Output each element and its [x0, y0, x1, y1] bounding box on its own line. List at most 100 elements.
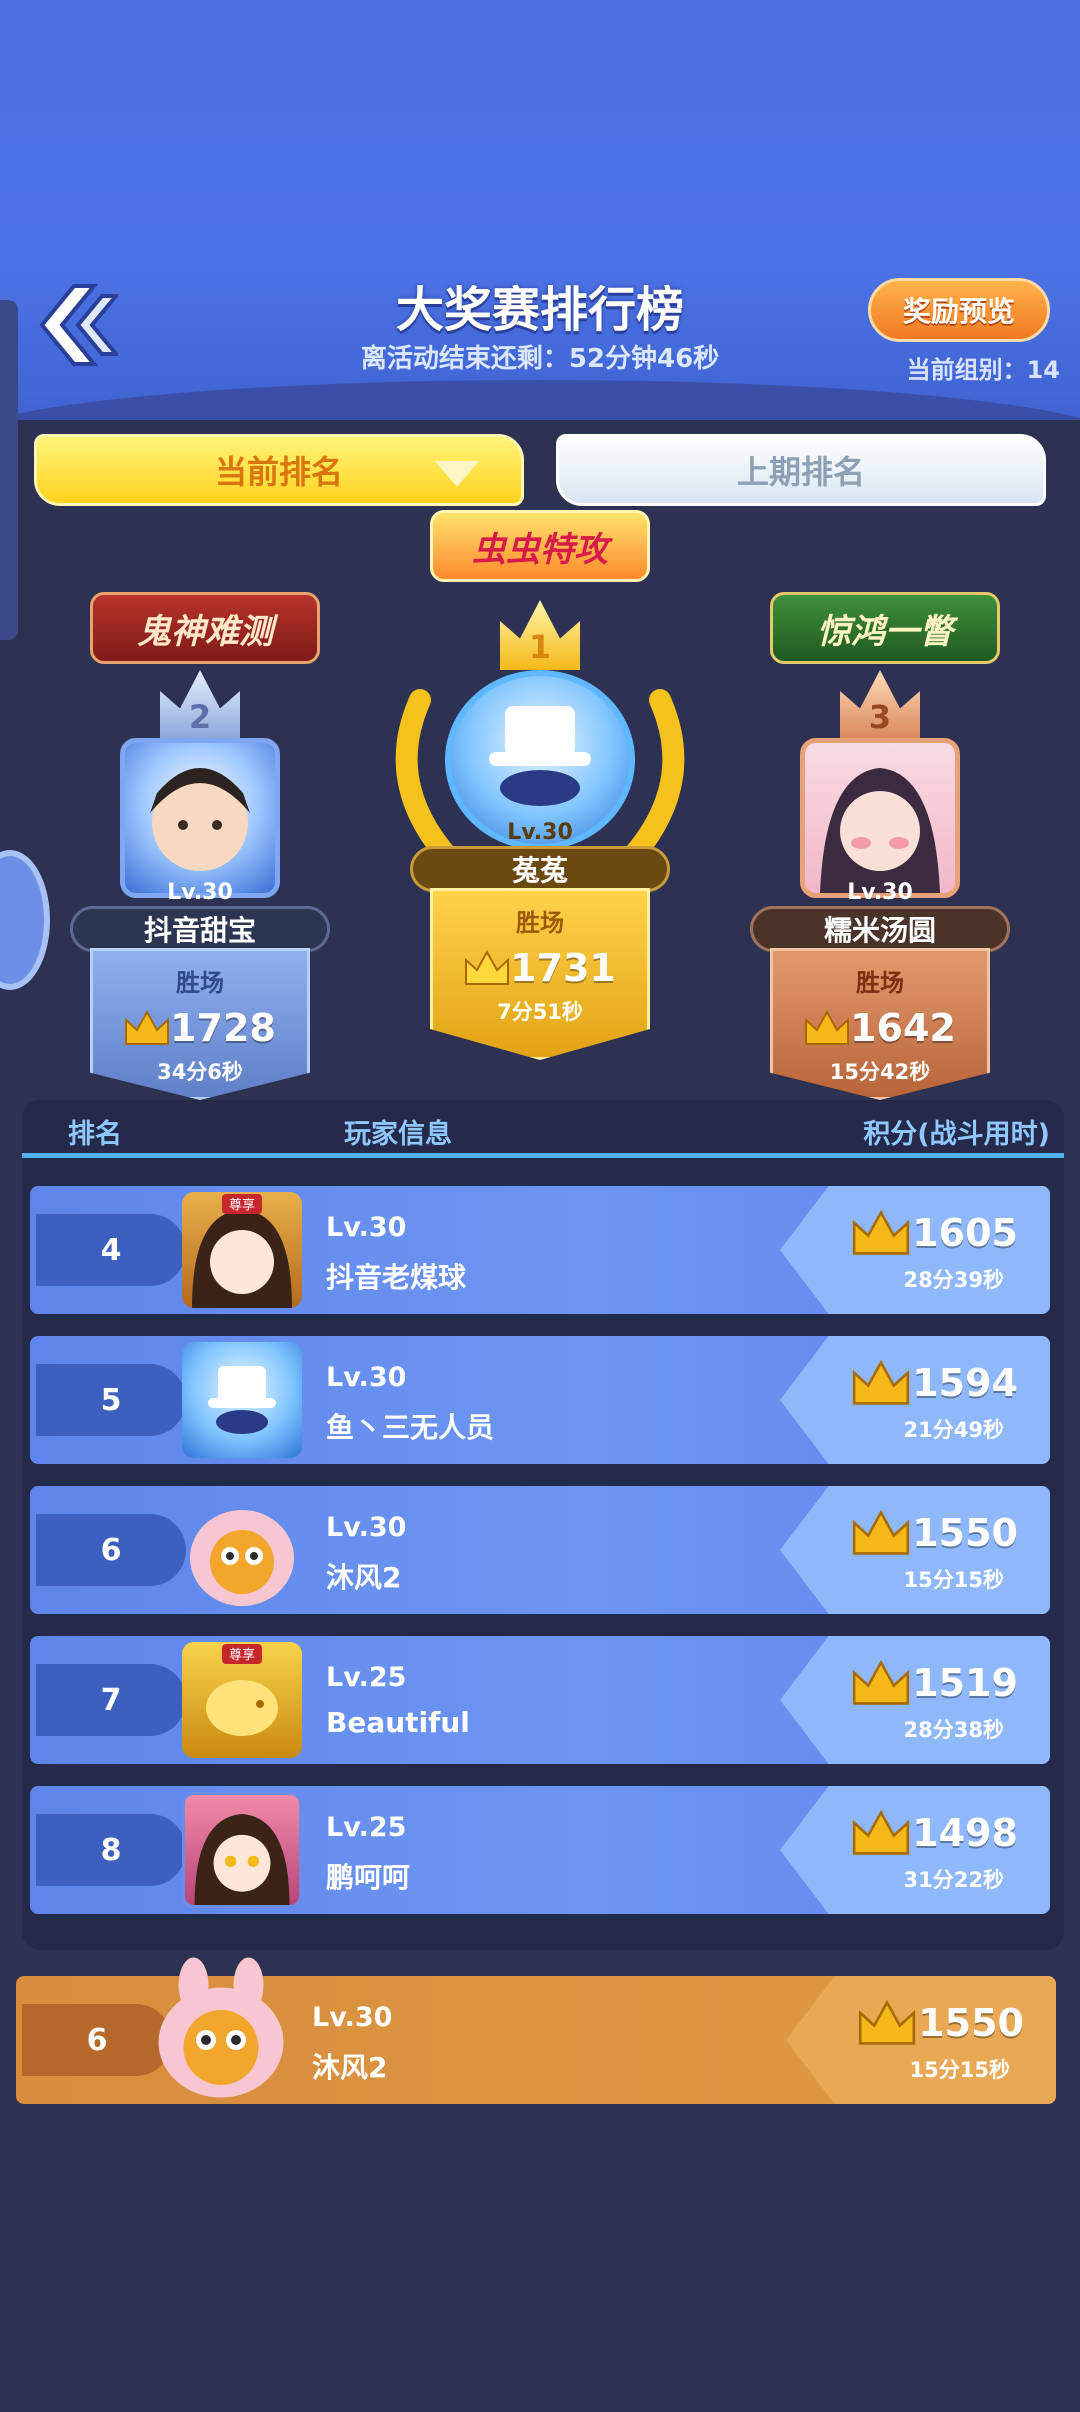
- title-badge: 鬼神难测: [90, 592, 320, 664]
- title-badge: 虫虫特攻: [430, 510, 650, 582]
- crown-icon: [853, 1210, 910, 1255]
- battle-time: 21分49秒: [903, 1418, 1004, 1442]
- avatar: [120, 738, 280, 898]
- crown-icon: [853, 1810, 910, 1855]
- player-name: 沐风2: [312, 2051, 388, 2084]
- player-level: Lv.30: [847, 880, 913, 905]
- battle-time: 15分42秒: [829, 1060, 931, 1084]
- player-level: Lv.30: [326, 1512, 407, 1543]
- battle-time: 28分39秒: [903, 1268, 1004, 1292]
- score-value: 1550: [912, 1511, 1018, 1555]
- rank-crown-icon: 1: [500, 600, 580, 670]
- podium-first-place[interactable]: 虫虫特攻 1 Lv.30 菟菟 胜场 1731 7分51秒: [380, 510, 700, 1070]
- win-label: 胜场: [516, 909, 564, 937]
- score-group: 1605: [850, 1210, 1018, 1256]
- player-level: Lv.25: [326, 1812, 407, 1843]
- reward-preview-button[interactable]: 奖励预览: [868, 278, 1050, 342]
- header-score: 积分(战斗用时): [863, 1119, 1050, 1150]
- avatar: [182, 1492, 302, 1608]
- score-group: 1550: [856, 2000, 1024, 2046]
- table-row[interactable]: 7 尊享 Lv.25 Beautiful 1519 28分38秒: [30, 1636, 1050, 1764]
- table-row[interactable]: 4 尊享 Lv.30 抖音老煤球 1605 28分39秒: [30, 1186, 1050, 1314]
- avatar: [146, 1956, 296, 2104]
- character-portrait-icon: [194, 1813, 290, 1905]
- battle-time: 28分38秒: [903, 1718, 1004, 1742]
- player-level: Lv.30: [167, 880, 233, 905]
- podium-second-place[interactable]: 鬼神难测 2 Lv.30 抖音甜宝 胜场 1728 34分6秒: [60, 570, 340, 1100]
- score-shield: 胜场 1731 7分51秒: [430, 888, 650, 1060]
- avatar: 尊享: [182, 1192, 302, 1308]
- score-group: 1550: [850, 1510, 1018, 1556]
- rank-crown-icon: 3: [840, 670, 920, 740]
- player-name: 糯米汤圆: [750, 906, 1010, 952]
- character-portrait-icon: [820, 768, 940, 893]
- table-header: 排名 玩家信息 积分(战斗用时): [22, 1104, 1064, 1158]
- character-portrait-icon: 尊享: [192, 1194, 292, 1308]
- score-value: 1498: [912, 1811, 1018, 1855]
- dropdown-arrow-icon: [435, 461, 479, 487]
- crown-icon: [859, 2000, 916, 2045]
- win-label: 胜场: [856, 969, 904, 997]
- player-level: Lv.30: [326, 1212, 407, 1243]
- group-label: 当前组别：14: [906, 356, 1060, 384]
- tiger-bunny-avatar-icon: [158, 1957, 284, 2098]
- tab-current-ranking[interactable]: 当前排名: [34, 434, 524, 506]
- vip-tag: 尊享: [229, 1197, 255, 1213]
- avatar: 尊享: [182, 1642, 302, 1758]
- score-group: 1519: [850, 1660, 1018, 1706]
- table-row[interactable]: 6 Lv.30 沐风2 1550 15分15秒: [30, 1486, 1050, 1614]
- character-portrait-icon: [489, 706, 591, 806]
- header-player-info: 玩家信息: [344, 1119, 452, 1150]
- player-level: Lv.25: [326, 1662, 407, 1693]
- crown-icon: [853, 1510, 910, 1555]
- player-name: 鱼丶三无人员: [326, 1411, 495, 1444]
- my-rank-row[interactable]: 6 Lv.30 沐风2 1550 15分15秒: [16, 1957, 1056, 2104]
- battle-time: 7分51秒: [497, 1000, 583, 1024]
- battle-time: 31分22秒: [903, 1868, 1004, 1892]
- score-value: 1642: [850, 1006, 956, 1050]
- tab-previous-ranking[interactable]: 上期排名: [556, 434, 1046, 506]
- battle-time: 15分15秒: [903, 1568, 1004, 1592]
- rank-number: 6: [36, 1514, 186, 1586]
- character-portrait-icon: [150, 768, 250, 871]
- header-rank: 排名: [68, 1119, 122, 1150]
- rank-number: 8: [36, 1814, 186, 1886]
- table-row[interactable]: 5 Lv.30 鱼丶三无人员 1594 21分49秒: [30, 1336, 1050, 1464]
- player-name: Beautiful: [326, 1706, 470, 1739]
- table-row[interactable]: 8 Lv.25 鹏呵呵 1498 31分22秒: [30, 1786, 1050, 1914]
- tab-current-label: 当前排名: [214, 453, 343, 491]
- battle-time: 34分6秒: [157, 1060, 243, 1084]
- tiger-bunny-avatar-icon: [190, 1510, 294, 1606]
- player-name: 菟菟: [410, 846, 670, 892]
- avatar: [800, 738, 960, 898]
- character-portrait-icon: [208, 1366, 276, 1434]
- rank-crown-icon: 2: [160, 670, 240, 740]
- player-level: Lv.30: [326, 1362, 407, 1393]
- score-shield: 胜场 1642 15分42秒: [770, 948, 990, 1100]
- crown-icon: [465, 950, 510, 985]
- score-value: 1594: [912, 1361, 1018, 1405]
- player-level: Lv.30: [507, 820, 573, 845]
- vip-tag: 尊享: [229, 1647, 255, 1663]
- player-name: 沐风2: [326, 1561, 402, 1594]
- score-value: 1519: [912, 1661, 1018, 1705]
- player-name: 抖音老煤球: [326, 1261, 467, 1294]
- rank-number: 4: [36, 1214, 186, 1286]
- player-level: Lv.30: [312, 2002, 393, 2033]
- score-value: 1728: [170, 1006, 276, 1050]
- crown-icon: [805, 1010, 850, 1045]
- player-name: 抖音甜宝: [70, 906, 330, 952]
- score-group: 1498: [850, 1810, 1018, 1856]
- player-name: 鹏呵呵: [326, 1861, 411, 1894]
- rank-number: 5: [36, 1364, 186, 1436]
- piggy-bank-icon: 尊享: [206, 1644, 278, 1736]
- score-value: 1731: [510, 946, 616, 990]
- battle-time: 15分15秒: [909, 2058, 1010, 2082]
- crown-icon: [125, 1010, 170, 1045]
- win-label: 胜场: [176, 969, 224, 997]
- rank-number: 7: [36, 1664, 186, 1736]
- avatar: [182, 1342, 302, 1458]
- title-badge: 惊鸿一瞥: [770, 592, 1000, 664]
- podium-third-place[interactable]: 惊鸿一瞥 3 Lv.30 糯米汤圆 胜场 1642 15分42秒: [740, 570, 1020, 1100]
- avatar: [182, 1792, 302, 1908]
